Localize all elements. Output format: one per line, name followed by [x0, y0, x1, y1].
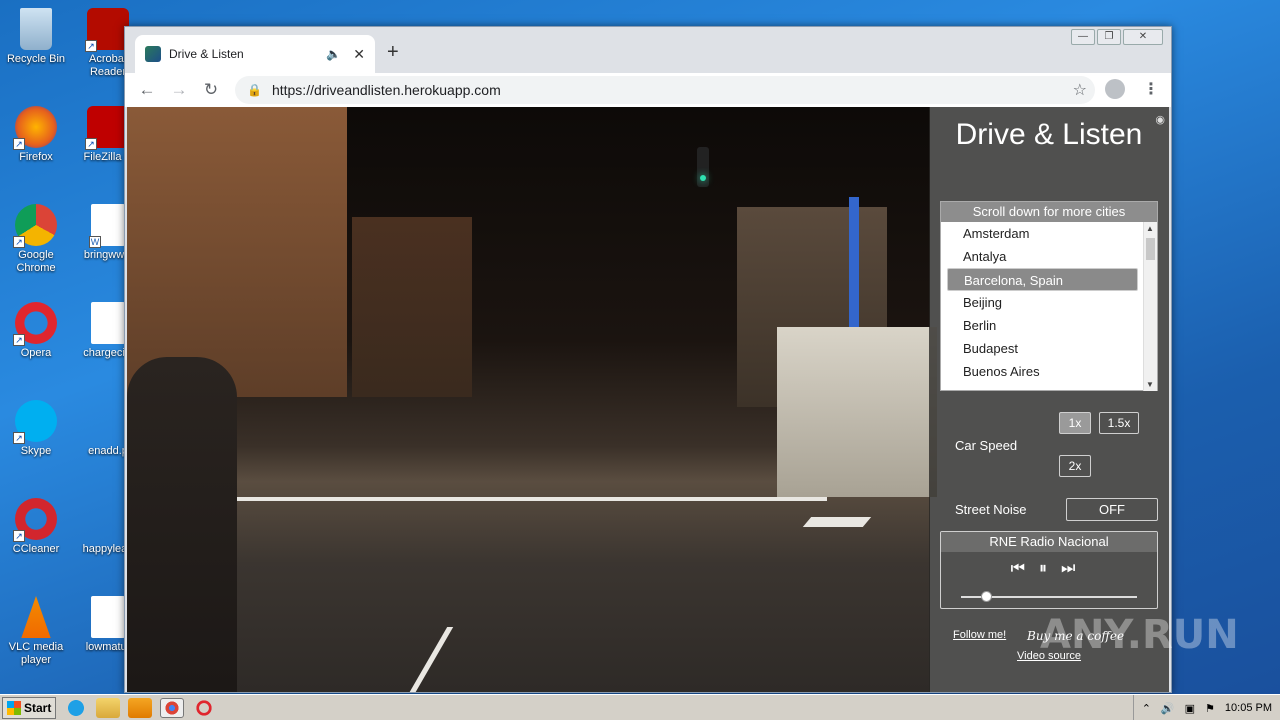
city-selector[interactable]: Scroll down for more cities Amsterdam An… — [940, 201, 1158, 391]
ccleaner-icon: ↗ — [13, 498, 57, 542]
url-text: https://driveandlisten.herokuapp.com — [271, 82, 501, 98]
bookmark-star-icon[interactable]: ☆ — [1073, 80, 1087, 100]
scroll-up-icon[interactable]: ▲ — [1146, 224, 1154, 233]
window-controls: — ❐ ✕ — [1071, 29, 1163, 45]
volume-icon[interactable]: 🔊 — [1161, 702, 1175, 715]
system-tray: ⌃ 🔊 ▣ ⚑ 10:05 PM — [1132, 695, 1280, 720]
minimize-button[interactable]: — — [1071, 29, 1095, 45]
file-explorer-icon[interactable] — [96, 697, 120, 718]
opera-taskbar-icon[interactable] — [192, 697, 216, 718]
control-panel: ◉ Drive & Listen Scroll down for more ci… — [929, 107, 1169, 692]
skype-icon: ↗ — [13, 400, 57, 444]
city-item-barcelona[interactable]: Barcelona, Spain — [947, 268, 1138, 291]
volume-slider-knob[interactable] — [980, 591, 992, 602]
document-icon — [87, 498, 129, 540]
start-label: Start — [24, 700, 52, 715]
city-item-amsterdam[interactable]: Amsterdam — [941, 222, 1144, 245]
close-window-button[interactable]: ✕ — [1123, 29, 1163, 45]
start-button[interactable]: Start — [2, 696, 56, 719]
city-list: Amsterdam Antalya Barcelona, Spain Beiji… — [941, 222, 1144, 383]
scroll-down-icon[interactable]: ▼ — [1146, 380, 1154, 389]
browser-toolbar: ← → ↻ 🔒 https://driveandlisten.herokuapp… — [125, 73, 1171, 107]
volume-slider[interactable] — [961, 591, 1137, 602]
desktop-icon-ccleaner[interactable]: ↗ CCleaner — [0, 498, 72, 556]
clock[interactable]: 10:05 PM — [1225, 702, 1272, 714]
recycle-bin-icon — [20, 8, 52, 50]
speaker-icon[interactable]: 🔈 — [326, 47, 341, 61]
chrome-taskbar-icon[interactable] — [160, 697, 184, 718]
address-bar[interactable]: 🔒 https://driveandlisten.herokuapp.com ☆ — [235, 76, 1095, 104]
reload-icon[interactable]: ↻ — [197, 80, 225, 100]
city-item-beijing[interactable]: Beijing — [941, 291, 1144, 314]
action-center-flag-icon[interactable]: ⚑ — [1205, 702, 1215, 715]
profile-avatar-icon[interactable] — [1105, 79, 1125, 99]
desktop-icon-opera[interactable]: ↗ Opera — [0, 302, 72, 360]
speed-1x-button[interactable]: 1x — [1059, 412, 1091, 434]
desktop-icon-skype[interactable]: ↗ Skype — [0, 400, 72, 458]
desktop-icon-recycle-bin[interactable]: Recycle Bin — [0, 8, 72, 66]
city-list-header: Scroll down for more cities — [941, 202, 1157, 222]
tab-drive-listen[interactable]: Drive & Listen 🔈 ✕ — [135, 35, 375, 73]
desktop-icon-firefox[interactable]: ↗ Firefox — [0, 106, 72, 164]
anyrun-watermark: ANY.RUN — [1040, 612, 1239, 658]
brand-title: Drive & Listen — [955, 118, 1143, 151]
radio-station-name: RNE Radio Nacional — [941, 532, 1157, 552]
next-track-icon[interactable]: ⏭ — [1061, 560, 1089, 577]
acrobat-icon: ↗ — [85, 8, 129, 52]
tab-title: Drive & Listen — [169, 47, 244, 61]
word-doc-icon — [91, 302, 125, 344]
city-item-buenos-aires[interactable]: Buenos Aires — [941, 360, 1144, 383]
back-arrow-icon[interactable]: ← — [133, 80, 161, 100]
speed-1-5x-button[interactable]: 1.5x — [1099, 412, 1139, 434]
street-noise-label: Street Noise — [955, 502, 1027, 517]
street-noise-toggle[interactable]: OFF — [1066, 498, 1158, 521]
city-item-budapest[interactable]: Budapest — [941, 337, 1144, 360]
opera-icon: ↗ — [13, 302, 57, 346]
document-icon — [87, 400, 129, 442]
internet-explorer-icon[interactable] — [64, 697, 88, 718]
tab-strip: Drive & Listen 🔈 ✕ + — ❐ ✕ — [125, 27, 1171, 73]
desktop-icon-chrome[interactable]: ↗ Google Chrome — [0, 204, 72, 275]
city-item-berlin[interactable]: Berlin — [941, 314, 1144, 337]
follow-me-link[interactable]: Follow me! — [953, 629, 1006, 641]
lock-icon: 🔒 — [247, 83, 262, 97]
previous-track-icon[interactable]: ⏮ — [1011, 560, 1039, 577]
city-list-scrollbar[interactable]: ▲ ▼ — [1143, 222, 1157, 391]
kebab-menu-icon[interactable]: ⋮ — [1143, 79, 1159, 99]
close-tab-icon[interactable]: ✕ — [353, 46, 365, 63]
radio-player: RNE Radio Nacional ⏮⏸⏭ — [940, 531, 1158, 609]
tray-expand-icon[interactable]: ⌃ — [1142, 702, 1151, 715]
word-doc-icon — [91, 596, 125, 638]
restore-button[interactable]: ❐ — [1097, 29, 1121, 45]
vlc-cone-icon — [21, 596, 51, 638]
pause-icon[interactable]: ⏸ — [1039, 560, 1061, 577]
filezilla-icon: ↗ — [85, 106, 129, 150]
forward-arrow-icon[interactable]: → — [165, 80, 193, 100]
site-favicon-icon — [145, 46, 161, 62]
city-item-antalya[interactable]: Antalya — [941, 245, 1144, 268]
media-player-icon[interactable] — [128, 697, 152, 718]
network-icon[interactable]: ▣ — [1185, 702, 1195, 715]
firefox-icon: ↗ — [13, 106, 57, 150]
word-doc-icon: W — [89, 204, 125, 248]
new-tab-button[interactable]: + — [387, 41, 399, 64]
desktop-icon-vlc[interactable]: VLC media player — [0, 596, 72, 667]
browser-window: Drive & Listen 🔈 ✕ + — ❐ ✕ ← → ↻ 🔒 https… — [124, 26, 1172, 693]
speed-2x-button[interactable]: 2x — [1059, 455, 1091, 477]
page-viewport: ◉ Drive & Listen Scroll down for more ci… — [127, 107, 1169, 692]
taskbar: Start ⌃ 🔊 ▣ ⚑ 10:05 PM — [0, 694, 1280, 720]
street-video[interactable] — [127, 107, 937, 692]
chrome-icon: ↗ — [13, 204, 57, 248]
scrollbar-thumb[interactable] — [1146, 238, 1155, 260]
car-speed-label: Car Speed — [955, 438, 1018, 453]
windows-logo-icon — [7, 700, 21, 715]
